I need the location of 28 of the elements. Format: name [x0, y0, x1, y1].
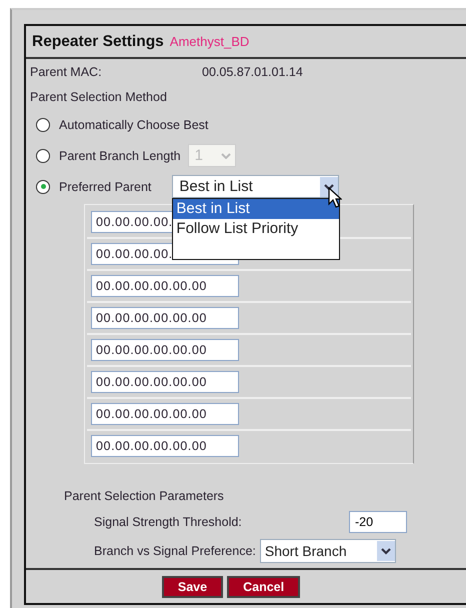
- caret-icon: [376, 541, 395, 561]
- radio-label: Parent Branch Length: [59, 148, 181, 162]
- field-label: Signal Strength Threshold:: [94, 515, 243, 529]
- section-label: Parent Selection Method: [30, 90, 167, 104]
- section-label: Parent Selection Parameters: [64, 489, 224, 503]
- radio-button[interactable]: [36, 118, 50, 132]
- preferred-parent-dropdown[interactable]: Best in List: [172, 175, 340, 198]
- radio-button[interactable]: [36, 180, 50, 194]
- device-name: Amethyst_BD: [170, 34, 250, 49]
- panel-title: Repeater Settings: [32, 32, 164, 50]
- mac-input-field[interactable]: 00.00.00.00.00.00: [91, 275, 239, 297]
- mac-input-field[interactable]: 00.00.00.00.00.00: [91, 371, 239, 393]
- mac-input-field[interactable]: 00.00.00.00.00.00: [91, 403, 239, 425]
- mac-input-field[interactable]: 00.00.00.00.00.00: [91, 339, 239, 361]
- field-label: Branch vs Signal Preference:: [94, 544, 256, 558]
- radio-label: Preferred Parent: [59, 180, 152, 194]
- field-label: Parent MAC:: [30, 65, 103, 79]
- preference-dropdown[interactable]: Short Branch: [260, 539, 396, 563]
- threshold-input-field[interactable]: -20: [349, 511, 407, 533]
- dropdown-option[interactable]: Best in List: [173, 199, 340, 219]
- radio-label: Automatically Choose Best: [59, 118, 208, 132]
- caret-icon: [220, 152, 231, 158]
- action-button[interactable]: Cancel: [227, 576, 300, 598]
- mac-input-field[interactable]: 00.00.00.00.00.00: [91, 435, 239, 457]
- mac-input-field[interactable]: 00.00.00.00.00.00: [91, 307, 239, 329]
- action-button[interactable]: Save: [162, 576, 224, 598]
- mac-address: 00.05.87.01.01.14: [202, 65, 303, 79]
- radio-button[interactable]: [36, 148, 50, 162]
